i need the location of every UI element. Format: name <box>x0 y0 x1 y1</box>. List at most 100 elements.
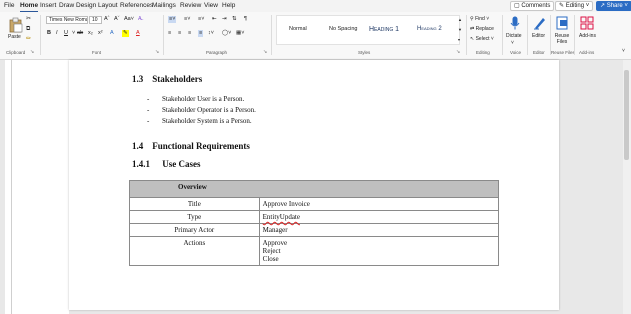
font-size-box[interactable]: 10 <box>89 16 102 24</box>
add-ins-label[interactable]: Add-ins <box>579 33 596 40</box>
table-label-cell[interactable]: Type <box>129 210 260 224</box>
ribbon-divider <box>40 15 41 55</box>
paste-icon[interactable] <box>9 17 23 33</box>
use-case-table[interactable]: Overview Title Approve Invoice Type Enti… <box>129 180 500 266</box>
font-color-icon[interactable]: A <box>136 30 140 37</box>
dropdown-arrow-icon[interactable]: ˅ <box>72 30 75 37</box>
sort-icon[interactable]: ⇅ <box>232 16 237 23</box>
dictate-label[interactable]: Dictate <box>506 33 522 40</box>
shrink-font-icon[interactable]: Aˇ <box>114 16 120 23</box>
tab-design[interactable]: Design <box>76 2 96 10</box>
action-item: Approve <box>262 239 288 247</box>
table-value-cell[interactable]: Approve Invoice <box>258 197 500 211</box>
borders-icon[interactable]: ▦˅ <box>236 30 244 37</box>
justify-icon[interactable]: ≡ <box>198 30 204 37</box>
editor-label[interactable]: Editor <box>532 33 545 40</box>
find-button[interactable]: ⚲ Find ˅ <box>470 16 489 23</box>
editing-mode-button[interactable]: ✎ Editing ˅ <box>555 1 594 11</box>
show-formatting-icon[interactable]: ¶ <box>244 16 247 23</box>
heading-text: Functional Requirements <box>152 141 250 151</box>
clear-formatting-icon[interactable]: A̶ <box>138 16 142 23</box>
strikethrough-icon[interactable]: ab <box>77 30 83 37</box>
underline-icon[interactable]: U <box>64 30 68 37</box>
highlight-icon[interactable]: ✎ <box>122 30 129 37</box>
share-label: Share <box>606 3 623 9</box>
table-value-cell[interactable]: Approve Reject Close <box>258 236 500 266</box>
tab-insert[interactable]: Insert <box>40 2 56 10</box>
editing-mode-label: Editing <box>565 3 585 9</box>
shading-icon[interactable]: ◯˅ <box>222 30 231 37</box>
spelling-error-text[interactable]: EntityUpdate <box>263 213 300 221</box>
subscript-icon[interactable]: x₂ <box>88 30 93 37</box>
bullets-icon[interactable]: ≡˅ <box>168 16 177 23</box>
collapse-ribbon-icon[interactable]: ˅ <box>622 48 625 55</box>
replace-button[interactable]: ⇄ Replace <box>470 26 494 33</box>
styles-launcher-icon[interactable]: ↘ <box>456 49 460 55</box>
vertical-scrollbar[interactable] <box>623 60 631 314</box>
tab-mailings[interactable]: Mailings <box>152 2 176 10</box>
paste-label[interactable]: Paste <box>8 34 21 41</box>
heading-text: Use Cases <box>162 159 201 169</box>
table-label-cell[interactable]: Actions <box>129 236 260 266</box>
comments-button[interactable]: ▢ Comments <box>510 1 555 11</box>
table-value-cell[interactable]: EntityUpdate <box>258 210 500 224</box>
table-value-cell[interactable]: Manager <box>258 223 500 237</box>
share-button[interactable]: ↗ Share ˅ <box>596 1 631 11</box>
share-icon: ↗ <box>600 3 606 9</box>
table-label-cell[interactable]: Title <box>129 197 260 211</box>
styles-scroll-up-icon[interactable]: ▲ <box>458 16 462 23</box>
line-spacing-icon[interactable]: ↕˅ <box>208 30 214 37</box>
tab-layout[interactable]: Layout <box>98 2 118 10</box>
paragraph-group-label: Paragraph <box>206 50 228 55</box>
tab-draw[interactable]: Draw <box>59 2 74 10</box>
multilevel-list-icon[interactable]: ≡˅ <box>198 16 204 23</box>
tab-view[interactable]: View <box>204 2 218 10</box>
style-heading-1[interactable]: Heading 1 <box>369 26 399 33</box>
text-effects-icon[interactable]: A <box>110 30 114 37</box>
heading-number: 1.4 <box>132 141 144 151</box>
cut-icon[interactable]: ✂ <box>26 16 31 23</box>
font-launcher-icon[interactable]: ↘ <box>155 49 159 55</box>
add-ins-icon[interactable] <box>580 16 594 30</box>
select-button[interactable]: ↖ Select ˅ <box>470 36 494 43</box>
align-center-icon[interactable]: ≡ <box>178 30 181 37</box>
decrease-indent-icon[interactable]: ⇤ <box>212 16 217 23</box>
document-page[interactable]: 1.3 Stakeholders - Stakeholder User is a… <box>69 60 559 310</box>
chevron-down-icon[interactable]: ˅ <box>511 40 514 47</box>
style-normal[interactable]: Normal <box>289 26 307 32</box>
tab-review[interactable]: Review <box>180 2 201 10</box>
styles-more-icon[interactable]: ▾ <box>458 36 460 43</box>
reuse-files-label[interactable]: Reuse Files <box>554 33 570 45</box>
comments-label: Comments <box>521 3 551 9</box>
tab-references[interactable]: References <box>120 2 153 10</box>
select-label: Select <box>475 36 490 42</box>
align-right-icon[interactable]: ≡ <box>188 30 191 37</box>
scrollbar-thumb[interactable] <box>624 70 629 160</box>
clipboard-launcher-icon[interactable]: ↘ <box>30 49 34 55</box>
list-item-text: Stakeholder Operator is a Person. <box>162 106 256 114</box>
style-no-spacing[interactable]: No Spacing <box>329 26 357 32</box>
heading-number: 1.3 <box>132 74 144 84</box>
tab-file[interactable]: File <box>4 2 14 10</box>
style-heading-2[interactable]: Heading 2 <box>417 26 442 32</box>
copy-icon[interactable]: ⧉ <box>26 26 30 33</box>
increase-indent-icon[interactable]: ⇥ <box>222 16 227 23</box>
grow-font-icon[interactable]: Aˆ <box>104 16 110 23</box>
microphone-icon[interactable] <box>510 16 520 30</box>
table-row: Primary Actor Manager <box>129 223 500 237</box>
paragraph-launcher-icon[interactable]: ↘ <box>263 49 267 55</box>
reuse-files-icon[interactable] <box>556 16 569 30</box>
editor-icon[interactable] <box>533 16 547 30</box>
tab-help[interactable]: Help <box>222 2 235 10</box>
superscript-icon[interactable]: x² <box>98 30 103 37</box>
align-left-icon[interactable]: ≡ <box>168 30 171 37</box>
format-painter-icon[interactable]: ✏ <box>26 36 31 43</box>
change-case-icon[interactable]: Aa˅ <box>124 16 134 23</box>
tab-home[interactable]: Home <box>20 2 39 12</box>
italic-icon[interactable]: I <box>56 30 58 37</box>
numbering-icon[interactable]: ≡˅ <box>184 16 190 23</box>
font-name-box[interactable]: Times New Roman <box>46 16 88 24</box>
table-label-cell[interactable]: Primary Actor <box>129 223 260 237</box>
styles-scroll-down-icon[interactable]: ▼ <box>458 26 462 33</box>
bold-icon[interactable]: B <box>47 30 51 37</box>
